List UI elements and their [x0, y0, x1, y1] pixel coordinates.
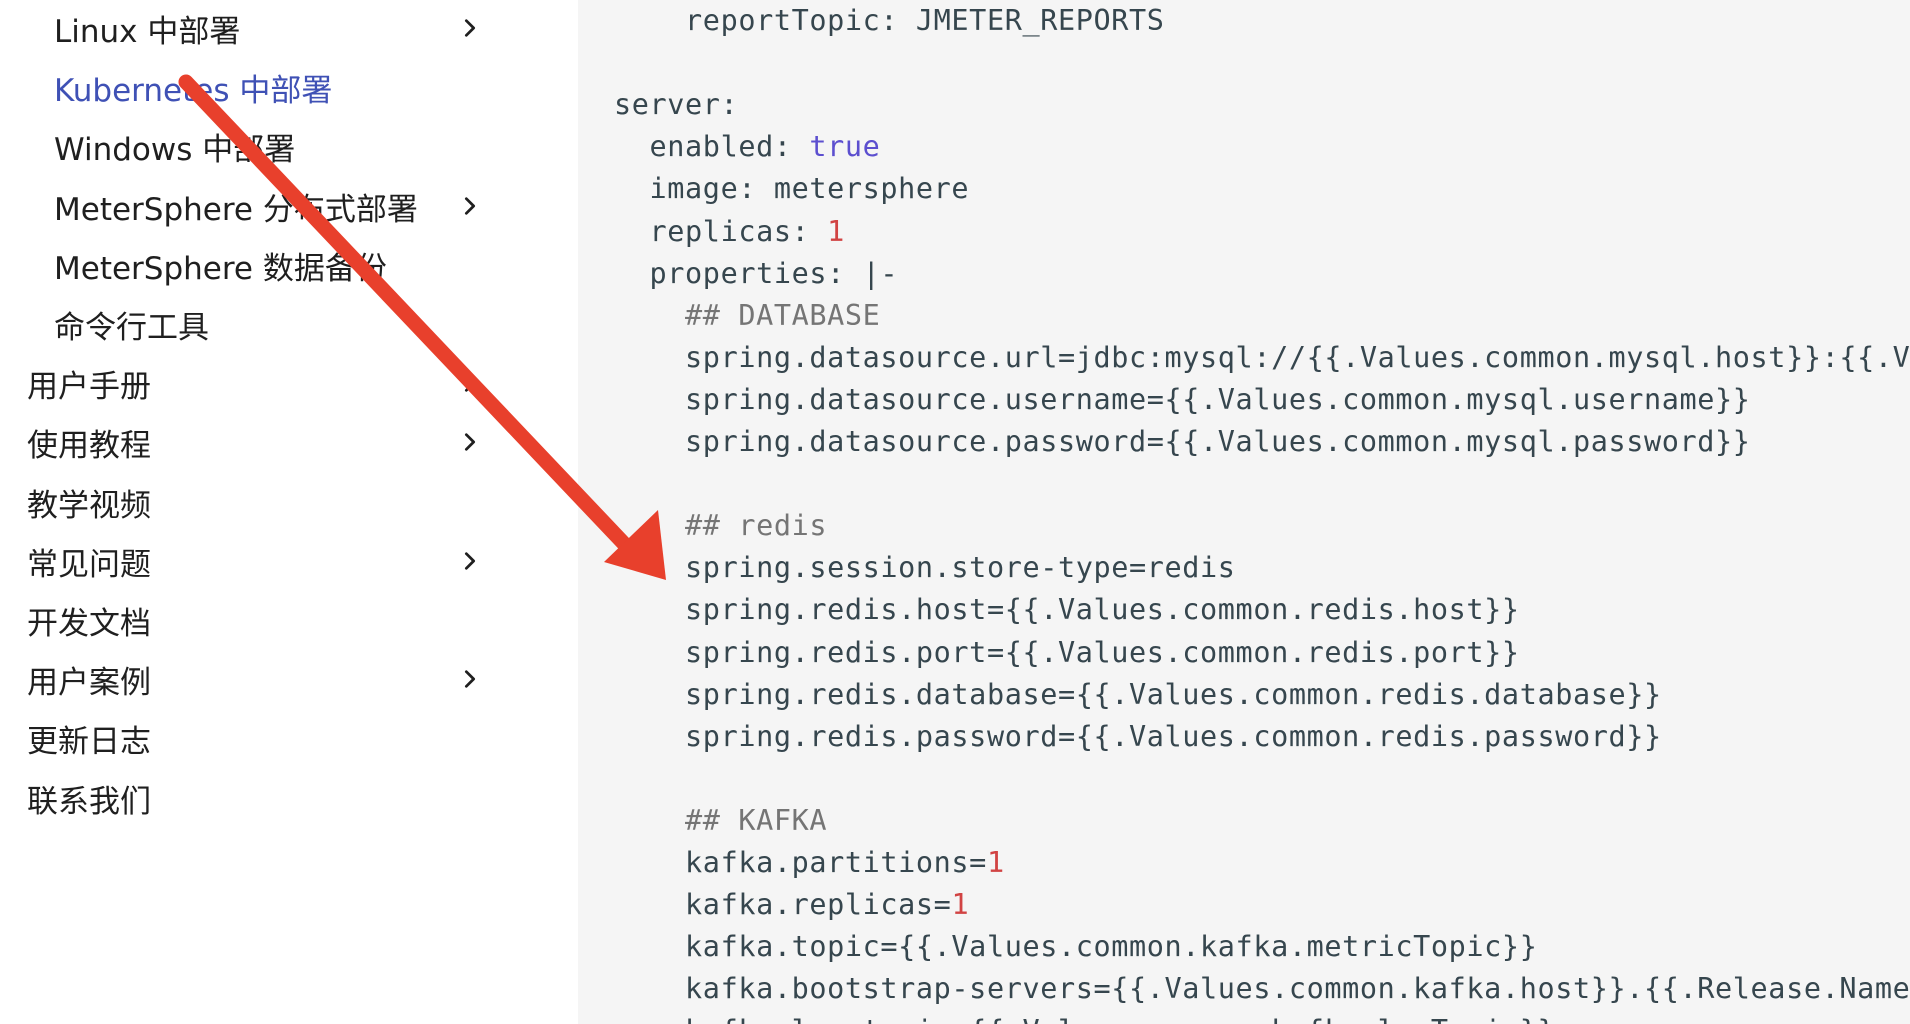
code-token: spring.redis.database={{.Values.common.r… — [685, 678, 1662, 711]
chevron-right-icon[interactable] — [455, 417, 485, 467]
sidebar-item-label: 常见问题 — [27, 546, 151, 583]
sidebar-item[interactable]: 命令行工具 — [54, 299, 209, 349]
code-line: spring.redis.host={{.Values.common.redis… — [614, 593, 1520, 626]
code-token: spring.redis.password={{.Values.common.r… — [685, 720, 1662, 753]
sidebar-item-label: 用户案例 — [27, 664, 151, 701]
code-line: reportTopic: JMETER_REPORTS — [614, 4, 1165, 37]
sidebar-item-label: 命令行工具 — [54, 309, 209, 346]
code-line: kafka.topic={{.Values.common.kafka.metri… — [614, 930, 1537, 963]
code-token: kafka.topic={{.Values.common.kafka.metri… — [685, 930, 1538, 963]
code-token: spring.redis.host={{.Values.common.redis… — [685, 593, 1520, 626]
code-token: kafka.replicas= — [685, 888, 952, 921]
code-line: kafka.partitions=1 — [614, 846, 1005, 879]
code-token: true — [809, 130, 881, 163]
sidebar-item[interactable]: 开发文档 — [27, 595, 151, 645]
code-line: image: metersphere — [614, 172, 969, 205]
sidebar-item[interactable]: 更新日志 — [27, 713, 151, 763]
sidebar-item-label: 更新日志 — [27, 723, 151, 760]
sidebar-item[interactable]: 常见问题 — [27, 536, 151, 586]
code-token: 1 — [951, 888, 970, 921]
code-token: properties: |- — [649, 257, 899, 290]
code-token: kafka.partitions= — [685, 846, 987, 879]
code-token: spring.session.store-type=redis — [685, 551, 1236, 584]
code-token: spring.datasource.url=jdbc:mysql://{{.Va… — [685, 341, 1910, 374]
code-token: server: — [614, 88, 739, 121]
chevron-right-icon[interactable] — [455, 181, 485, 231]
code-token: kafka.bootstrap-servers={{.Values.common… — [685, 972, 1910, 1005]
code-line: spring.datasource.password={{.Values.com… — [614, 425, 1751, 458]
code-line: kafka.replicas=1 — [614, 888, 969, 921]
sidebar-item[interactable]: MeterSphere 数据备份 — [54, 240, 387, 290]
code-line: spring.redis.database={{.Values.common.r… — [614, 678, 1662, 711]
sidebar-item[interactable]: 教学视频 — [27, 477, 151, 527]
code-token: ## DATABASE — [685, 299, 881, 332]
code-line: ## KAFKA — [614, 804, 827, 837]
code-line: enabled: true — [614, 130, 880, 163]
sidebar-item[interactable]: 联系我们 — [27, 773, 151, 823]
sidebar-item[interactable]: Linux 中部署 — [54, 3, 240, 53]
code-line: kafka.bootstrap-servers={{.Values.common… — [614, 972, 1910, 1005]
code-line: spring.datasource.username={{.Values.com… — [614, 383, 1751, 416]
code-line: server: — [614, 88, 738, 121]
chevron-right-icon[interactable] — [455, 358, 485, 408]
code-token: replicas: — [649, 215, 828, 248]
sidebar-item-label: 开发文档 — [27, 605, 151, 642]
code-line: ## redis — [614, 509, 827, 542]
code-token: spring.redis.port={{.Values.common.redis… — [685, 636, 1520, 669]
code-line: replicas: 1 — [614, 215, 845, 248]
chevron-right-icon[interactable] — [455, 536, 485, 586]
code-token: spring.datasource.username={{.Values.com… — [685, 383, 1751, 416]
sidebar-item-label: 教学视频 — [27, 487, 151, 524]
code-token: 1 — [986, 846, 1005, 879]
code-line: spring.redis.password={{.Values.common.r… — [614, 720, 1662, 753]
code-line: ## DATABASE — [614, 299, 880, 332]
sidebar-item-label: 联系我们 — [27, 783, 151, 820]
code-token: enabled: — [649, 130, 810, 163]
sidebar-item[interactable]: 使用教程 — [27, 417, 151, 467]
sidebar-item-label: MeterSphere 数据备份 — [54, 250, 387, 287]
sidebar-item-label: 使用教程 — [27, 427, 151, 464]
sidebar-item-label: 用户手册 — [27, 368, 151, 405]
sidebar-item-label: Kubernetes 中部署 — [54, 72, 333, 109]
code-line: kafka.log.topic={{.Values.common.kafka.l… — [614, 1014, 1555, 1024]
code-block: reportTopic: JMETER_REPORTS server: enabl… — [578, 0, 1910, 1024]
sidebar-item[interactable]: 用户案例 — [27, 654, 151, 704]
code-token: ## redis — [685, 509, 828, 542]
docs-sidebar: Linux 中部署 Kubernetes 中部署 Windows 中部署 MeterS… — [0, 0, 578, 1024]
code-line: spring.datasource.url=jdbc:mysql://{{.Va… — [614, 341, 1910, 374]
code-line: spring.session.store-type=redis — [614, 551, 1236, 584]
sidebar-item-label: MeterSphere 分布式部署 — [54, 191, 418, 228]
code-token: ## KAFKA — [685, 804, 828, 837]
sidebar-item-label: Linux 中部署 — [54, 13, 241, 50]
code-token: image: metersphere — [649, 172, 970, 205]
code-token: kafka.log.topic={{.Values.common.kafka.l… — [685, 1014, 1555, 1024]
sidebar-item-label: Windows 中部署 — [54, 131, 296, 168]
code-line: properties: |- — [614, 257, 898, 290]
sidebar-item[interactable]: 用户手册 — [27, 358, 151, 408]
code-token: spring.datasource.password={{.Values.com… — [685, 425, 1751, 458]
chevron-right-icon[interactable] — [455, 654, 485, 704]
code-line: spring.redis.port={{.Values.common.redis… — [614, 636, 1520, 669]
chevron-right-icon[interactable] — [455, 3, 485, 53]
code-token: 1 — [827, 215, 845, 248]
sidebar-item[interactable]: MeterSphere 分布式部署 — [54, 181, 418, 231]
code-token: reportTopic: JMETER_REPORTS — [685, 4, 1165, 37]
sidebar-item[interactable]: Kubernetes 中部署 — [54, 62, 332, 112]
sidebar-item[interactable]: Windows 中部署 — [54, 121, 295, 171]
